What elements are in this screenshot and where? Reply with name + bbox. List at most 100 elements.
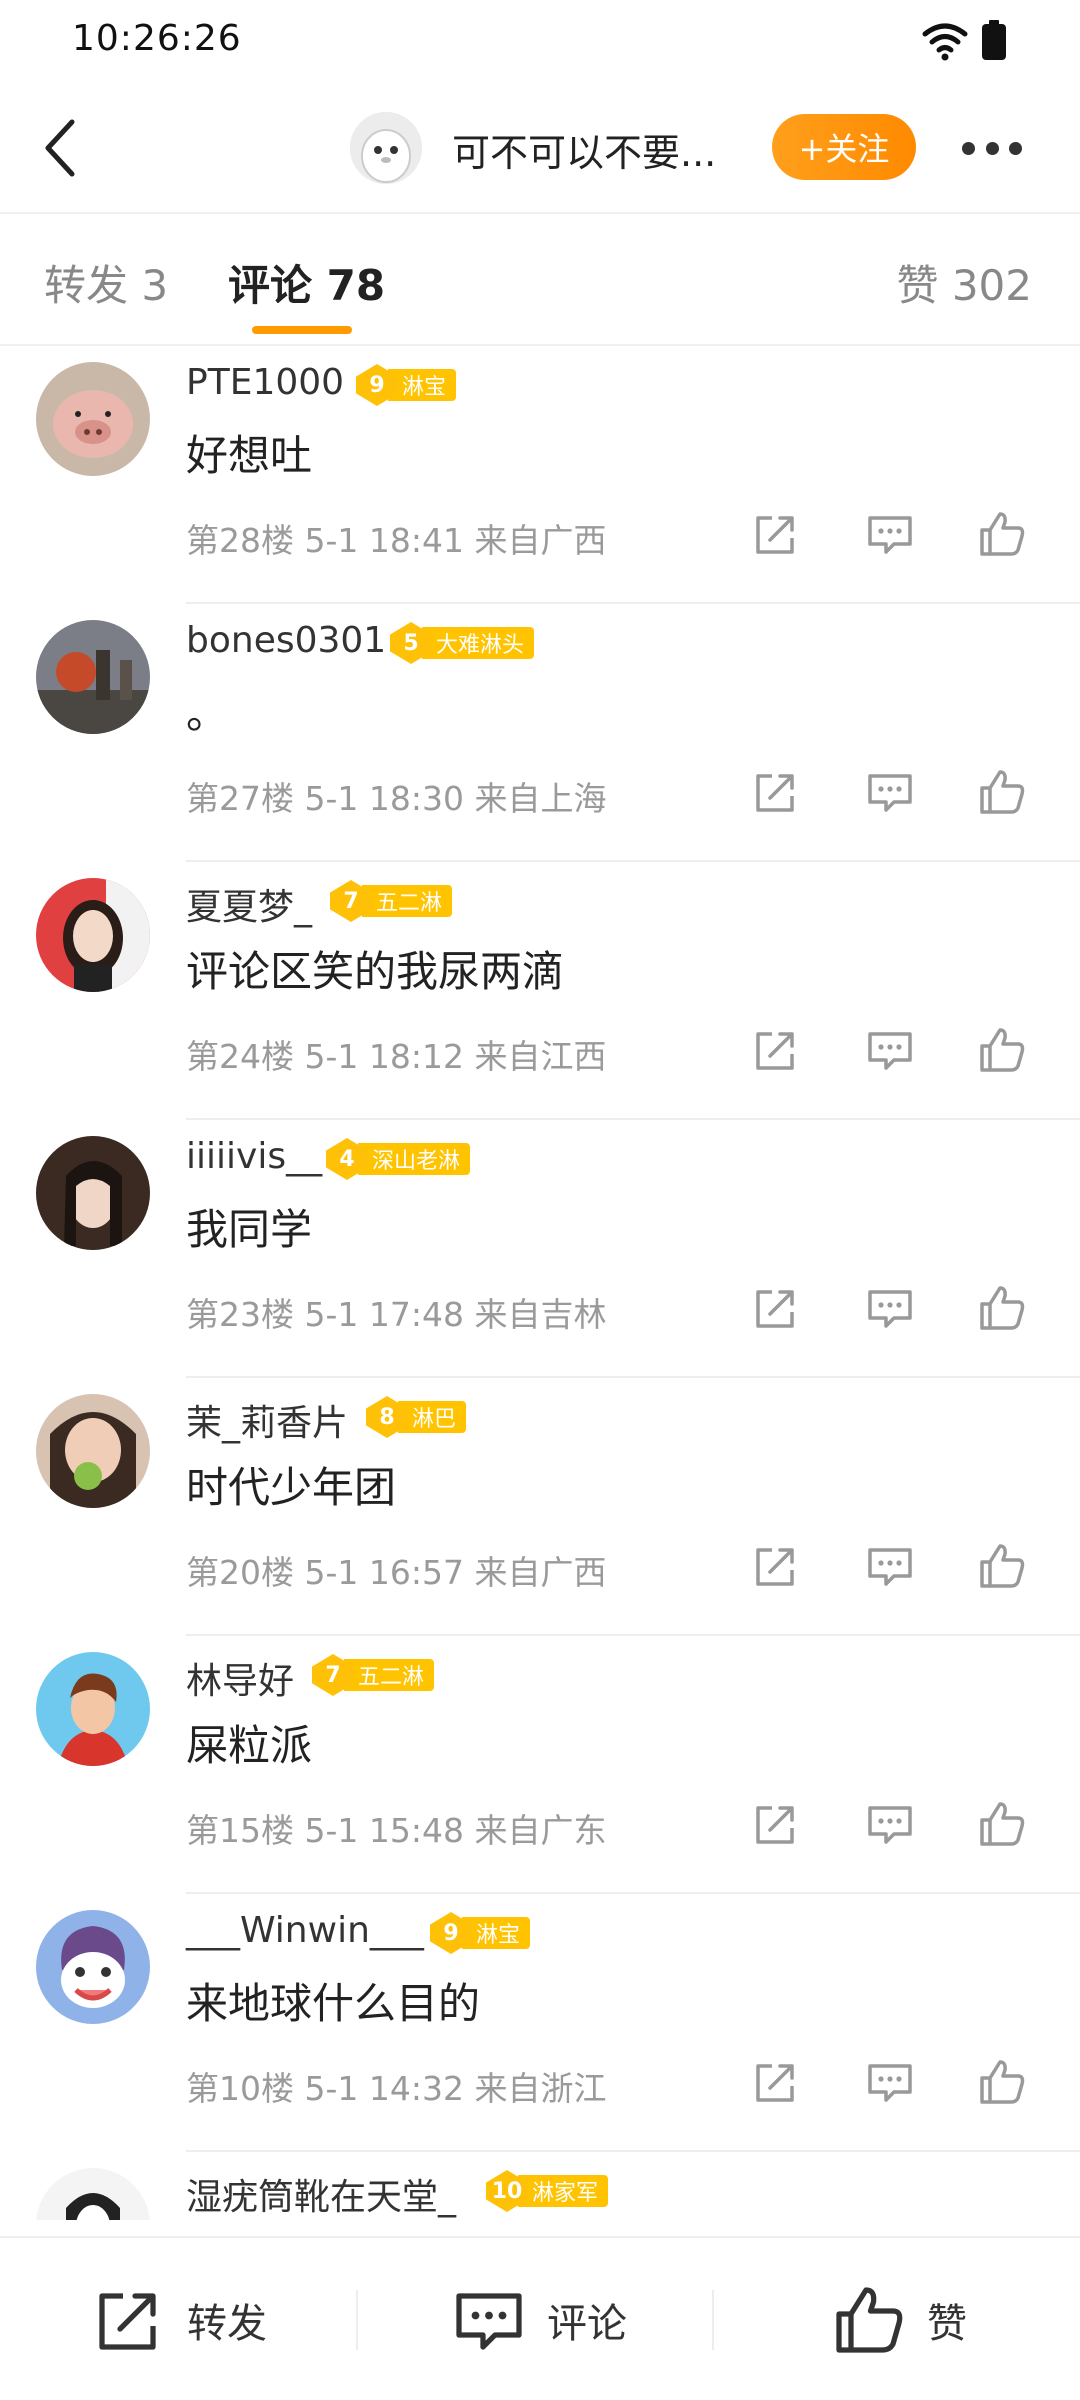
comment-meta: 第23楼 5-1 17:48 来自吉林 [186,1295,607,1334]
divider [712,2290,714,2350]
comment-meta: 第15楼 5-1 15:48 来自广东 [186,1811,607,1850]
comment-text: 时代少年团 [186,1463,397,1512]
share-icon [99,2293,156,2350]
comment-item: 湿疣筒靴在天堂_ 10 淋家军 [0,2154,1080,2220]
thumbs-up-icon[interactable] [978,2058,1026,2106]
repost-button[interactable]: 转发 [0,2238,360,2400]
comment-item: 林导好 7 五二淋 屎粒派 第15楼 5-1 15:48 来自广东 [0,1638,1080,1896]
level-badge: 4 深山老淋 [326,1138,471,1180]
reply-icon[interactable] [866,1542,914,1590]
reply-icon[interactable] [866,2058,914,2106]
tab-comments[interactable]: 评论 78 [228,252,385,313]
comment-username[interactable]: 夏夏梦_ [186,878,312,930]
comment-username[interactable]: 茉_莉香片 [186,1394,348,1446]
divider [186,1892,1080,1894]
level-badge: 7 五二淋 [312,1654,435,1696]
divider [186,602,1080,604]
share-icon[interactable] [752,2058,800,2106]
comment-item: iiiiivis__ 4 深山老淋 我同学 第23楼 5-1 17:48 来自吉… [0,1122,1080,1380]
level-badge: 9 淋宝 [356,364,457,406]
penguin-avatar-icon [350,112,422,184]
share-icon[interactable] [752,1542,800,1590]
avatar[interactable] [36,2168,150,2220]
divider [186,2150,1080,2152]
battery-icon [982,20,1006,60]
comment-text: 好想吐 [186,431,313,480]
divider [186,1376,1080,1378]
avatar[interactable] [36,362,150,476]
comment-username[interactable]: bones0301 [186,620,386,661]
comment-meta: 第24楼 5-1 18:12 来自江西 [186,1037,607,1076]
thumbs-up-icon[interactable] [978,768,1026,816]
level-badge: 7 五二淋 [330,880,453,922]
avatar[interactable] [36,878,150,992]
comment-text: 评论区笑的我尿两滴 [186,947,565,996]
comment-item: PTE1000 9 淋宝 好想吐 第28楼 5-1 18:41 来自广西 [0,348,1080,606]
back-button[interactable] [30,110,90,186]
tab-bar: 转发 3 评论 78 赞 302 [0,214,1080,346]
avatar[interactable] [36,1394,150,1508]
header: 可不可以不要... +关注 [0,82,1080,214]
comment-text: 来地球什么目的 [186,1979,481,2028]
header-username[interactable]: 可不可以不要... [452,122,722,177]
share-icon[interactable] [752,768,800,816]
like-button[interactable]: 赞 [720,2238,1080,2400]
comment-item: 夏夏梦_ 7 五二淋 评论区笑的我尿两滴 第24楼 5-1 18:12 来自江西 [0,864,1080,1122]
more-dot-icon [1009,141,1022,155]
follow-button[interactable]: +关注 [772,114,916,180]
comment-username[interactable]: ___Winwin___ [186,1910,424,1951]
divider [186,860,1080,862]
chevron-left-icon [45,119,75,177]
comment-button[interactable]: 评论 [360,2238,720,2400]
level-badge: 9 淋宝 [430,1912,531,1954]
thumbs-up-icon[interactable] [978,510,1026,558]
comment-username[interactable]: 湿疣筒靴在天堂_ [186,2168,456,2220]
comment-text: 我同学 [186,1205,313,1254]
reply-icon[interactable] [866,1284,914,1332]
like-label: 赞 [927,2301,967,2347]
tab-repost[interactable]: 转发 3 [44,252,168,313]
comment-item: ___Winwin___ 9 淋宝 来地球什么目的 第10楼 5-1 14:32… [0,1896,1080,2154]
more-options-button[interactable] [952,122,1032,174]
comment-item: 茉_莉香片 8 淋巴 时代少年团 第20楼 5-1 16:57 来自广西 [0,1380,1080,1638]
reply-icon[interactable] [866,768,914,816]
repost-label: 转发 [187,2301,267,2347]
level-badge: 10 淋家军 [486,2170,609,2212]
bottom-action-bar: 转发 评论 赞 [0,2236,1080,2400]
thumbs-up-icon [836,2287,903,2353]
divider [186,1118,1080,1120]
reply-icon[interactable] [866,1026,914,1074]
comment-label: 评论 [547,2301,627,2347]
reply-icon[interactable] [866,510,914,558]
comment-meta: 第28楼 5-1 18:41 来自广西 [186,521,607,560]
thumbs-up-icon[interactable] [978,1026,1026,1074]
more-dot-icon [962,141,975,155]
thumbs-up-icon[interactable] [978,1542,1026,1590]
tab-active-indicator [252,326,352,334]
comment-username[interactable]: iiiiivis__ [186,1136,322,1177]
tab-likes[interactable]: 赞 302 [896,252,1032,313]
avatar[interactable] [36,1652,150,1766]
thumbs-up-icon[interactable] [978,1284,1026,1332]
wifi-icon [922,23,968,61]
share-icon[interactable] [752,1284,800,1332]
comment-text: 屎粒派 [186,1721,313,1770]
comment-username[interactable]: 林导好 [186,1652,294,1704]
comment-meta: 第10楼 5-1 14:32 来自浙江 [186,2069,607,2108]
avatar[interactable] [36,1136,150,1250]
share-icon[interactable] [752,510,800,558]
avatar[interactable] [36,1910,150,2024]
comment-item: bones0301 5 大难淋头 。 第27楼 5-1 18:30 来自上海 [0,606,1080,864]
reply-icon[interactable] [866,1800,914,1848]
divider [356,2290,358,2350]
avatar[interactable] [36,620,150,734]
header-avatar[interactable] [350,112,422,184]
comment-username[interactable]: PTE1000 [186,362,344,403]
share-icon[interactable] [752,1026,800,1074]
comment-list[interactable]: PTE1000 9 淋宝 好想吐 第28楼 5-1 18:41 来自广西 bon… [0,348,1080,2220]
share-icon[interactable] [752,1800,800,1848]
comment-text: 。 [186,689,229,738]
more-dot-icon [985,141,999,155]
comment-icon [456,2293,522,2350]
thumbs-up-icon[interactable] [978,1800,1026,1848]
